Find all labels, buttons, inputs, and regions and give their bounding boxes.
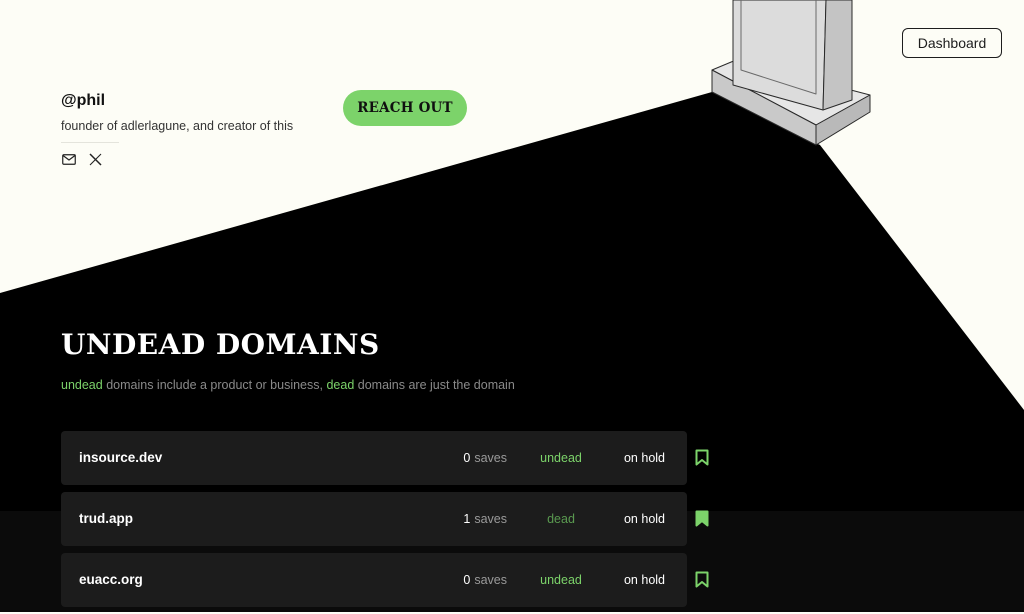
domain-list: insource.dev 0 saves undead on hold trud.… — [61, 431, 709, 614]
dead-term: dead — [326, 378, 355, 392]
undead-term: undead — [61, 378, 103, 392]
profile-bio: founder of adlerlagune, and creator of t… — [61, 119, 294, 133]
section-title: UNDEAD DOMAINS — [61, 328, 380, 361]
saves-label: saves — [474, 573, 507, 587]
domain-row[interactable]: insource.dev 0 saves undead on hold — [61, 431, 709, 485]
bookmark-icon[interactable] — [695, 571, 711, 589]
saves-count: 1 saves — [463, 512, 507, 526]
saves-number: 0 — [463, 451, 471, 465]
availability-status: on hold — [623, 512, 665, 526]
profile-divider — [61, 142, 119, 143]
bookmark-icon[interactable] — [695, 449, 711, 467]
subtitle-text-1: domains include a product or business, — [102, 378, 327, 392]
social-links — [61, 151, 293, 167]
availability-status: on hold — [623, 573, 665, 587]
saves-count: 0 saves — [463, 573, 507, 587]
domain-row[interactable]: euacc.org 0 saves undead on hold — [61, 553, 709, 607]
mail-icon[interactable] — [61, 151, 77, 167]
availability-status: on hold — [623, 451, 665, 465]
saves-label: saves — [474, 451, 507, 465]
domain-row[interactable]: trud.app 1 saves dead on hold — [61, 492, 709, 546]
saves-number: 1 — [463, 512, 471, 526]
domain-name[interactable]: insource.dev — [79, 450, 162, 465]
status-badge: dead — [547, 512, 575, 526]
domain-name[interactable]: euacc.org — [79, 572, 143, 587]
status-badge: undead — [540, 573, 582, 587]
saves-count: 0 saves — [463, 451, 507, 465]
reach-out-button[interactable]: REACH OUT — [343, 90, 467, 126]
profile-card: @phil founder of adlerlagune, and creato… — [61, 92, 293, 167]
status-badge: undead — [540, 451, 582, 465]
saves-number: 0 — [463, 573, 471, 587]
subtitle-text-2: domains are just the domain — [354, 378, 515, 392]
saves-label: saves — [474, 512, 507, 526]
dashboard-button[interactable]: Dashboard — [902, 28, 1002, 58]
x-icon[interactable] — [87, 151, 103, 167]
profile-handle: @phil — [61, 92, 106, 109]
section-subtitle: undead domains include a product or busi… — [61, 378, 515, 392]
domain-name[interactable]: trud.app — [79, 511, 133, 526]
bookmark-filled-icon[interactable] — [695, 510, 711, 528]
